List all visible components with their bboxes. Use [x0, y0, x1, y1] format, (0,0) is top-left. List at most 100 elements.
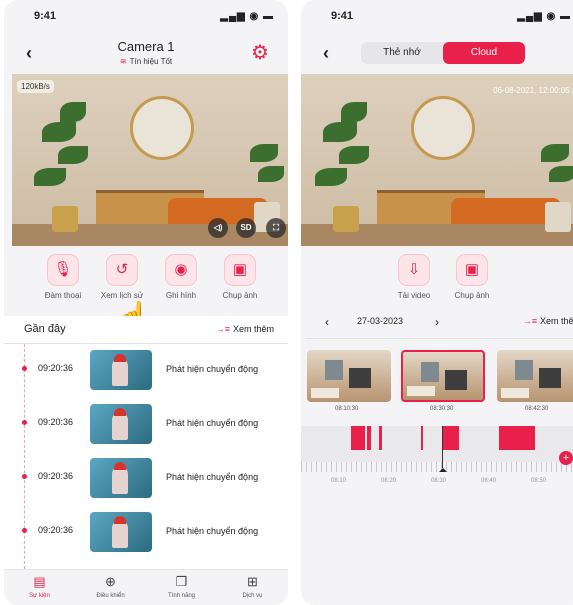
snapshot-label: Chụp ảnh [454, 291, 490, 300]
recording-segment[interactable] [351, 426, 365, 450]
status-time: 9:41 [34, 10, 57, 22]
divider [305, 338, 573, 339]
event-dot [22, 366, 27, 371]
services-icon: ⊞ [247, 574, 258, 589]
event-time: 09:20:36 [38, 363, 74, 373]
clip-time: 08:30:30 [430, 406, 454, 412]
recording-segment[interactable] [443, 426, 459, 450]
events-icon: ▤ [33, 574, 46, 589]
signal-label: Tín hiệu Tốt [129, 57, 173, 66]
event-thumbnail[interactable] [90, 350, 152, 390]
status-bar: 9:41 ▂▄▆ ◉ ▬ [301, 8, 573, 28]
clip-time: 08:42:30 [525, 406, 549, 412]
tab-control-label: Điều khiển [96, 593, 125, 599]
playback-video-view[interactable]: 06-08-2021, 12:00:05 am [301, 74, 573, 246]
status-icons: ▂▄▆ ◉ ▬ [220, 11, 274, 22]
header: ‹ Thẻ nhớ Cloud [301, 35, 573, 71]
fullscreen-icon[interactable]: ⛶ [266, 218, 286, 238]
plant-left [315, 102, 375, 232]
tab-services-label: Dịch vụ [242, 593, 263, 599]
event-desc: Phát hiện chuyển động [166, 472, 259, 482]
history-label: Xem lịch sử [100, 291, 144, 300]
action-row: ⇩ Tải video ▣ Chụp ảnh [301, 254, 573, 310]
status-bar: 9:41 ▂▄▆ ◉ ▬ [4, 8, 288, 28]
snapshot-button[interactable]: ▣ Chụp ảnh [445, 254, 499, 300]
snapshot-button[interactable]: ▣ Chụp ảnh [213, 254, 267, 300]
signal-status: ≋ Tín hiệu Tốt [4, 57, 288, 66]
talk-button[interactable]: 🎙 Đàm thoại [36, 254, 90, 300]
header: ‹ Camera 1 ≋ Tín hiệu Tốt ⚙ [4, 35, 288, 71]
recording-segment[interactable] [421, 426, 423, 450]
date-selector: ‹ 27-03-2023 › →≡Xem thêm [301, 310, 573, 336]
event-thumbnail[interactable] [90, 458, 152, 498]
settings-gear-icon[interactable]: ⚙ [250, 43, 270, 63]
zoom-in-button[interactable]: + [559, 451, 573, 465]
prev-date-icon[interactable]: ‹ [325, 315, 329, 329]
tab-events-label: Sự kiện [29, 593, 50, 599]
event-thumbnail[interactable] [90, 512, 152, 552]
see-more-link[interactable]: →≡Xem thêm [216, 324, 274, 334]
clip-thumbnail-selected[interactable] [401, 350, 485, 402]
status-icons: ▂▄▆ ◉ ▬ [517, 11, 571, 22]
timeline-label: 08:50 [531, 478, 547, 484]
event-thumbnail[interactable] [90, 404, 152, 444]
talk-label: Đàm thoại [44, 291, 82, 300]
recent-header: Gần đây →≡ Xem thêm [4, 316, 288, 344]
event-desc: Phát hiện chuyển động [166, 364, 259, 374]
record-label: Ghi hình [165, 291, 197, 300]
timeline-label: 08:20 [381, 478, 397, 484]
list-arrow-icon: →≡ [215, 324, 230, 334]
download-button[interactable]: ⇩ Tải video [387, 254, 441, 300]
live-video-view[interactable]: 120kB/s ◁) SD ⛶ [12, 74, 288, 246]
plant-left [34, 102, 94, 232]
recording-segment[interactable] [379, 426, 382, 450]
next-date-icon[interactable]: › [435, 315, 439, 329]
plant-right [244, 132, 288, 232]
list-item[interactable]: 09:20:36 Phát hiện chuyển động [4, 506, 288, 560]
see-more-link[interactable]: →≡Xem thêm [523, 316, 573, 326]
cloud-playback-screen: 9:41 ▂▄▆ ◉ ▬ ‹ Thẻ nhớ Cloud 06-08-2021,… [301, 0, 573, 605]
timeline-track[interactable] [301, 426, 573, 462]
plant-right [535, 132, 573, 232]
tab-features[interactable]: ❐ Tính năng [146, 570, 217, 605]
video-timestamp: 06-08-2021, 12:00:05 am [493, 86, 573, 95]
tab-control[interactable]: ⊕ Điều khiển [75, 570, 146, 605]
clip-thumbnail[interactable] [497, 350, 573, 402]
list-item[interactable]: 09:20:36 Phát hiện chuyển động [4, 344, 288, 398]
event-desc: Phát hiện chuyển động [166, 526, 259, 536]
tab-events[interactable]: ▤ Sự kiện [4, 570, 75, 605]
event-dot [22, 528, 27, 533]
timeline-label: 08:30 [431, 478, 447, 484]
timeline-label: 08:40 [481, 478, 497, 484]
speaker-icon[interactable]: ◁) [208, 218, 228, 238]
camera-icon: ▣ [224, 254, 256, 286]
tab-cloud[interactable]: Cloud [443, 42, 525, 64]
list-item[interactable]: 09:20:36 Phát hiện chuyển động [4, 398, 288, 452]
mirror-decor [411, 96, 475, 160]
selected-date[interactable]: 27-03-2023 [357, 316, 403, 326]
tab-services[interactable]: ⊞ Dịch vụ [217, 570, 288, 605]
recording-segment[interactable] [367, 426, 371, 450]
quality-toggle[interactable]: SD [236, 218, 256, 238]
recording-segment[interactable] [499, 426, 535, 450]
event-time: 09:20:36 [38, 417, 74, 427]
back-icon[interactable]: ‹ [323, 43, 329, 64]
recent-title: Gần đây [24, 323, 66, 335]
timeline-playhead[interactable] [439, 426, 447, 472]
camera-live-screen: 9:41 ▂▄▆ ◉ ▬ ‹ Camera 1 ≋ Tín hiệu Tốt ⚙ … [4, 0, 288, 605]
list-item[interactable]: 09:20:36 Phát hiện chuyển động [4, 452, 288, 506]
status-time: 9:41 [331, 10, 354, 22]
clip-time: 08:10:30 [335, 406, 359, 412]
history-button[interactable]: ↺ Xem lịch sử [95, 254, 149, 300]
see-more-label: Xem thêm [539, 316, 573, 326]
camera-icon: ▣ [456, 254, 488, 286]
record-button[interactable]: ◉ Ghi hình [154, 254, 208, 300]
tab-memory-card[interactable]: Thẻ nhớ [361, 42, 443, 64]
timeline-label: 08:10 [331, 478, 347, 484]
event-time: 09:20:36 [38, 525, 74, 535]
timeline-ticks [301, 462, 573, 472]
download-label: Tải video [397, 291, 431, 300]
clip-thumbnail[interactable] [307, 350, 391, 402]
download-icon: ⇩ [398, 254, 430, 286]
history-icon: ↺ [106, 254, 138, 286]
